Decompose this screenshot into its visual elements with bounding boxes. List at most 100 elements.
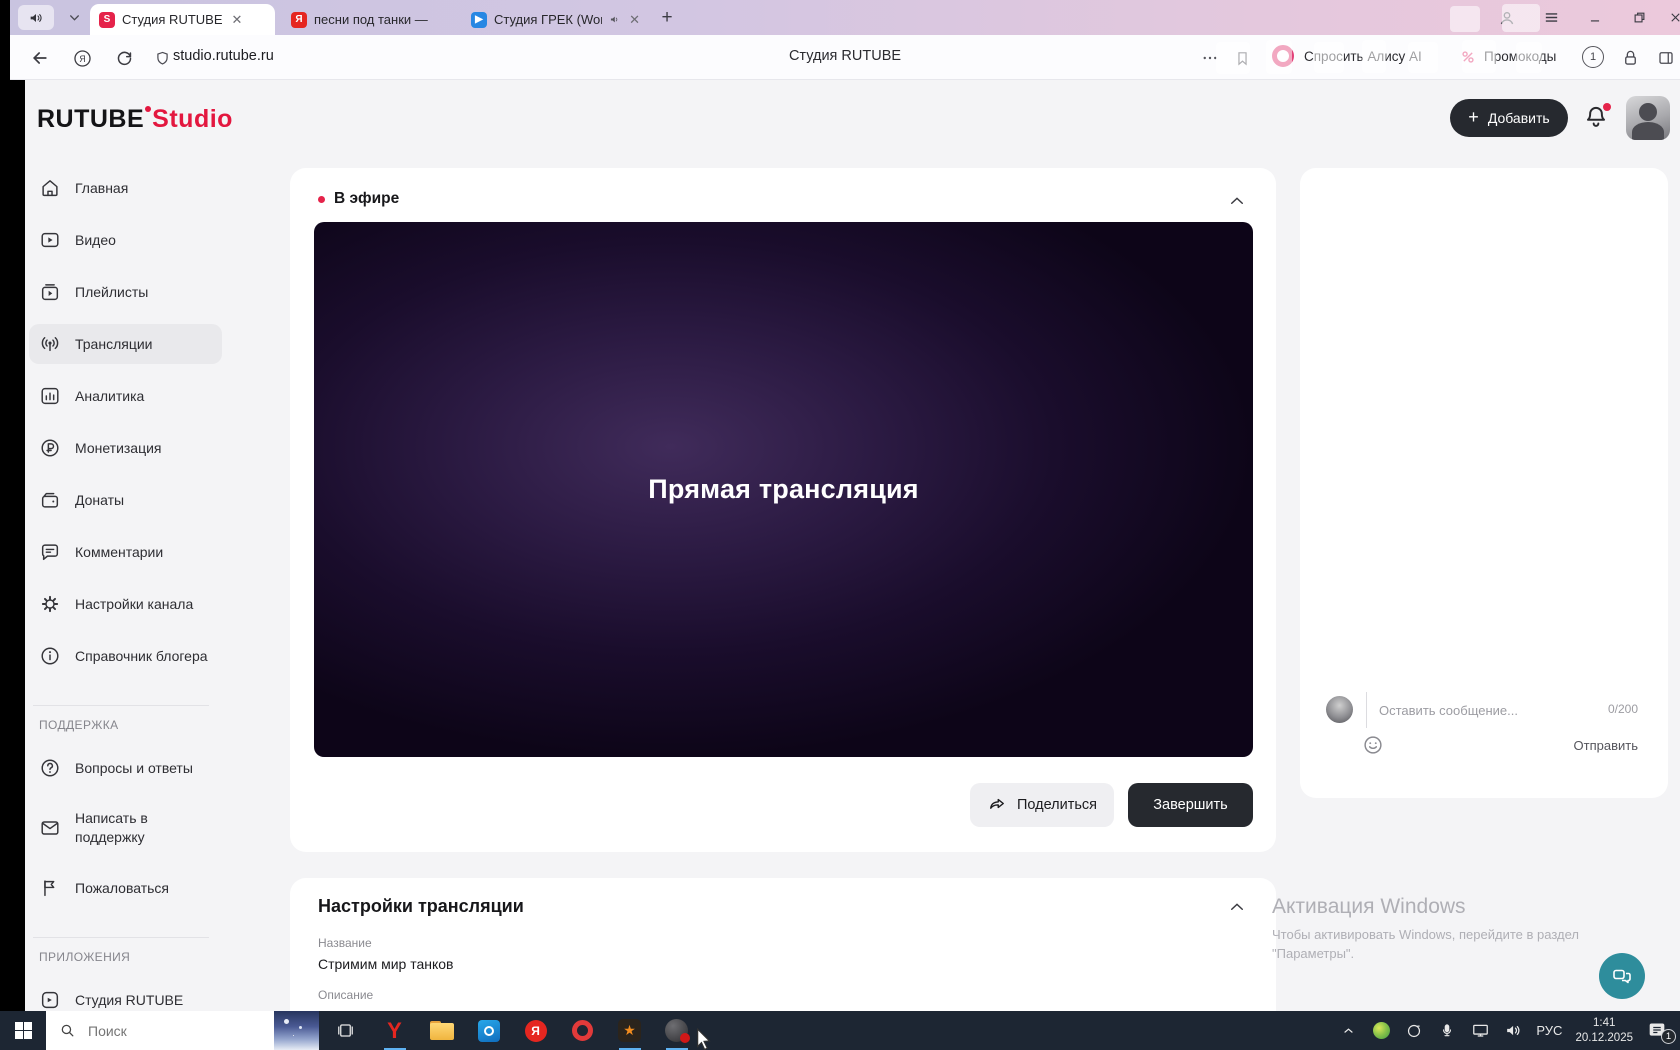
alice-assistant-label[interactable]: Спросить Алису AI [1304, 49, 1422, 64]
browser-tab-1[interactable]: S Студия RUTUBE ✕ [90, 4, 275, 35]
ruble-icon [39, 437, 61, 459]
sidebar-item-комментарии[interactable]: Комментарии [29, 532, 222, 572]
sidebar-item-пожаловаться[interactable]: Пожаловаться [29, 868, 222, 908]
analytics-icon [39, 385, 61, 407]
task-view-button[interactable] [319, 1021, 371, 1040]
tab-close-icon[interactable]: ✕ [629, 12, 640, 28]
collapse-live-card-button[interactable] [1228, 192, 1246, 210]
volume-tray-icon[interactable] [1503, 1021, 1523, 1041]
smiley-icon [1364, 736, 1382, 754]
promocodes-label[interactable]: Промокоды [1484, 49, 1556, 64]
share-button[interactable]: Поделиться [970, 783, 1114, 827]
taskbar-clock[interactable]: 1:41 20.12.2025 [1575, 1016, 1633, 1045]
taskbar-search[interactable] [46, 1011, 319, 1050]
name-field-value[interactable]: Стримим мир танков [318, 956, 454, 972]
taskbar-apps: Y Я ★ [371, 1011, 700, 1050]
sidebar-item-студия-rutube[interactable]: Студия RUTUBE [29, 980, 222, 1011]
alice-assistant-button[interactable] [1272, 45, 1294, 67]
taskbar-sphere-icon[interactable] [653, 1011, 700, 1050]
activation-title: Активация Windows [1272, 895, 1466, 918]
sidebar-item-настройки-канала[interactable]: Настройки канала [29, 584, 222, 624]
avatar[interactable] [1626, 96, 1670, 140]
end-stream-label: Завершить [1153, 797, 1228, 813]
language-indicator[interactable]: РУС [1536, 1023, 1562, 1038]
tab-title: Студия ГРЕК (World [494, 12, 602, 27]
protect-button[interactable] [1618, 46, 1642, 70]
add-button[interactable]: + Добавить [1450, 99, 1568, 137]
clock-date: 20.12.2025 [1575, 1031, 1633, 1044]
sidebar-item-label: Комментарии [75, 543, 164, 560]
browser-menu-button[interactable] [1536, 0, 1566, 35]
sidebar-toggle-button[interactable] [1654, 46, 1678, 70]
chat-message-input[interactable] [1366, 692, 1616, 728]
site-security-icon[interactable] [150, 46, 174, 70]
support-chat-fab[interactable] [1599, 953, 1645, 999]
rutube-studio-logo[interactable]: RUTUBE Studio [37, 105, 233, 134]
emoji-button[interactable] [1362, 734, 1384, 756]
window-restore-button[interactable] [1624, 0, 1654, 35]
tray-chevron-button[interactable] [1338, 1021, 1358, 1041]
sidebar-item-написать-в-поддержку[interactable]: Написать в поддержку [29, 800, 222, 856]
taskbar-outlook-icon[interactable] [465, 1011, 512, 1050]
sidebar-item-аналитика[interactable]: Аналитика [29, 376, 222, 416]
live-video-player[interactable]: Прямая трансляция [314, 222, 1253, 757]
refresh-button[interactable] [112, 46, 136, 70]
sidebar-item-label: Монетизация [75, 439, 162, 456]
send-message-button[interactable]: Отправить [1574, 738, 1638, 753]
sidebar-item-вопросы-и-ответы[interactable]: Вопросы и ответы [29, 748, 222, 788]
sidebar-item-монетизация[interactable]: Монетизация [29, 428, 222, 468]
speaker-icon [30, 13, 42, 22]
taskbar-folder-icon[interactable] [418, 1011, 465, 1050]
screen-capture-tray-icon[interactable] [1404, 1021, 1424, 1041]
search-input[interactable] [86, 1021, 236, 1040]
back-button[interactable] [28, 46, 52, 70]
taskbar-tanks-icon[interactable]: ★ [606, 1011, 653, 1050]
yandex-services-button[interactable]: Я [70, 46, 94, 70]
network-tray-icon[interactable] [1470, 1021, 1490, 1041]
speaker-icon [1507, 1025, 1520, 1036]
extension-badge[interactable]: 1 [1582, 46, 1604, 68]
live-dot-icon [318, 195, 325, 203]
wallet-icon [39, 489, 61, 511]
taskbar-yandex-browser-icon[interactable]: Y [371, 1011, 418, 1050]
search-icon [61, 1024, 74, 1037]
window-close-button[interactable] [1660, 0, 1680, 35]
sidebar-item-label: Трансляции [75, 335, 153, 352]
live-broadcast-card: В эфире Прямая трансляция Поделиться Зав… [290, 168, 1276, 852]
address-bar[interactable]: studio.rutube.ru [173, 48, 274, 64]
taskbar-yandex-circle-icon[interactable]: Я [512, 1011, 559, 1050]
sidebar-item-справочник-блогера[interactable]: Справочник блогера [29, 636, 222, 676]
sidebar-item-трансляции[interactable]: Трансляции [29, 324, 222, 364]
browser-tab-3[interactable]: ▶ Студия ГРЕК (World ✕ [462, 4, 649, 35]
name-field-label: Название [318, 936, 372, 950]
tab-close-icon[interactable]: ✕ [232, 12, 243, 28]
logo-dot [145, 106, 152, 112]
tab-list-chevron-button[interactable] [62, 5, 86, 30]
hamburger-menu-icon [1545, 13, 1557, 22]
action-center-button[interactable]: 1 [1646, 1020, 1676, 1044]
sidebar-item-главная[interactable]: Главная [29, 168, 222, 208]
antivirus-tray-icon[interactable] [1371, 1021, 1391, 1041]
sidebar-item-видео[interactable]: Видео [29, 220, 222, 260]
new-tab-button[interactable]: + [655, 6, 679, 30]
notification-dot [1603, 103, 1611, 111]
search-highlight-image[interactable] [274, 1011, 319, 1050]
promocodes-button[interactable] [1458, 47, 1478, 67]
task-view-icon [337, 1024, 353, 1037]
notifications-button[interactable] [1582, 103, 1612, 133]
end-stream-button[interactable]: Завершить [1128, 783, 1253, 827]
sidebar-item-плейлисты[interactable]: Плейлисты [29, 272, 222, 312]
back-arrow-icon [32, 52, 47, 64]
sidebar-item-донаты[interactable]: Донаты [29, 480, 222, 520]
bookmark-button[interactable] [1230, 46, 1254, 70]
toolbar-more-button[interactable] [1198, 46, 1222, 70]
browser-profile-button[interactable] [1492, 0, 1522, 35]
browser-toolbar: Я studio.rutube.ru Студия RUTUBE Спросит… [10, 35, 1680, 80]
browser-tab-2[interactable]: Япесни под танки — Яндек [282, 4, 457, 35]
window-minimize-button[interactable] [1580, 0, 1610, 35]
start-button[interactable] [0, 1022, 46, 1039]
microphone-tray-icon[interactable] [1437, 1021, 1457, 1041]
taskbar-opera-icon[interactable] [559, 1011, 606, 1050]
collapse-settings-card-button[interactable] [1228, 898, 1246, 916]
tab-audio-mute-button[interactable] [18, 5, 54, 30]
